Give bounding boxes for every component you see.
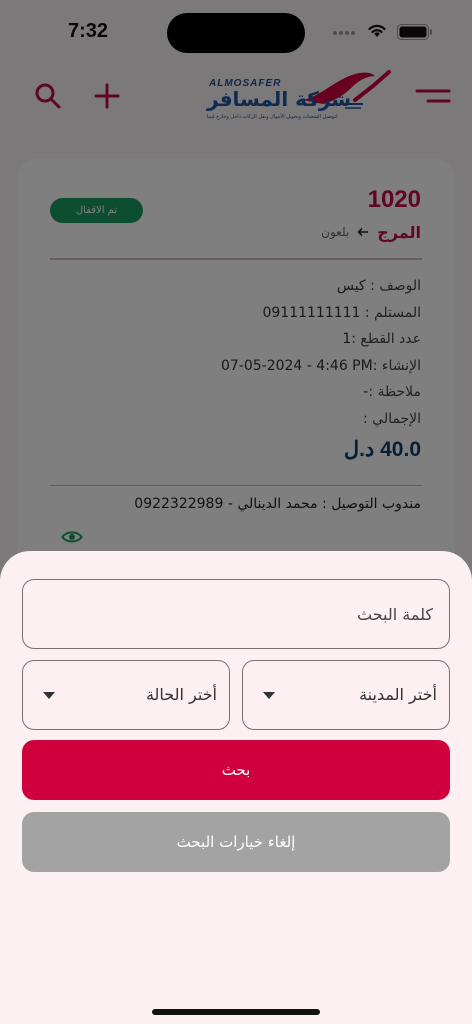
- home-indicator: [152, 1009, 320, 1015]
- cancel-search-button[interactable]: إلغاء خيارات البحث: [22, 812, 450, 872]
- city-select-label: أختر المدينة: [359, 685, 437, 704]
- search-keyword-input[interactable]: [22, 579, 450, 649]
- city-select[interactable]: أختر المدينة: [242, 660, 450, 730]
- search-bottom-sheet: أختر المدينة أختر الحالة بحث إلغاء خيارا…: [0, 551, 472, 1024]
- search-button[interactable]: بحث: [22, 740, 450, 800]
- status-select-label: أختر الحالة: [145, 685, 217, 704]
- dropdown-caret-icon: [263, 692, 275, 699]
- status-select[interactable]: أختر الحالة: [22, 660, 230, 730]
- dropdown-caret-icon: [43, 692, 55, 699]
